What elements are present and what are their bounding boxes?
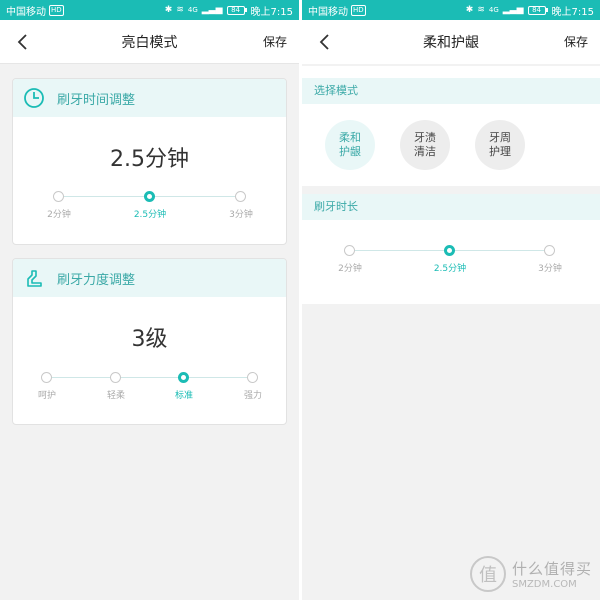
clock: 晚上7:15 [551, 6, 594, 18]
duration-section-label: 刷牙时长 [302, 194, 600, 220]
slider-stop[interactable] [235, 191, 246, 202]
bluetooth-icon: ✱ [465, 5, 474, 15]
watermark-name: 什么值得买 [511, 560, 592, 578]
mode-section-label: 选择模式 [302, 78, 600, 104]
back-arrow-icon[interactable] [316, 32, 334, 52]
slider-label: 2分钟 [338, 264, 362, 274]
slider-stop[interactable] [344, 245, 355, 256]
battery-icon: 84 [226, 5, 247, 15]
hd-badge: HD [49, 4, 64, 16]
card-header: 刷牙时间调整 [13, 79, 286, 117]
slider-stop[interactable] [544, 245, 555, 256]
slider-stop-selected[interactable] [178, 372, 189, 383]
battery-level: 84 [527, 5, 546, 15]
card-title: 刷牙力度调整 [57, 272, 136, 288]
duration-slider[interactable]: 2分钟 2.5分钟 3分钟 [302, 245, 600, 285]
mode-periodontal-care[interactable]: 牙周护理 [475, 120, 525, 170]
page-title: 柔和护龈 [423, 35, 479, 51]
hd-badge: HD [351, 4, 366, 16]
battery-icon: 84 [527, 5, 548, 15]
slider-label-selected: 2.5分钟 [133, 210, 167, 220]
nav-bar: 亮白模式 保存 [0, 20, 299, 64]
clock-icon [24, 88, 44, 108]
slider-label: 2分钟 [47, 210, 71, 220]
wifi-icon: ≋ [477, 5, 485, 15]
slider-label: 强力 [243, 391, 262, 401]
status-bar: 中国移动 HD ✱ ≋ 4G ▂▃▅ 84 晚上7:15 [0, 0, 299, 20]
time-slider[interactable]: 2分钟 2.5分钟 3分钟 [13, 191, 286, 231]
time-value: 2.5分钟 [110, 147, 189, 172]
save-button[interactable]: 保存 [564, 33, 588, 50]
brush-force-card: 刷牙力度调整 3级 呵护 轻柔 标准 强力 [12, 258, 287, 425]
clock: 晚上7:15 [250, 6, 293, 18]
slider-stop[interactable] [110, 372, 121, 383]
right-phone-screen: 中国移动 HD ✱ ≋ 4G ▂▃▅ 84 晚上7:15 柔和护龈 保存 选择模… [302, 0, 600, 600]
save-button[interactable]: 保存 [263, 33, 287, 50]
signal-icon: ▂▃▅ [201, 5, 223, 15]
slider-label: 呵护 [37, 391, 56, 401]
toothbrush-icon [27, 270, 42, 287]
slider-label-selected: 2.5分钟 [433, 264, 467, 274]
bluetooth-icon: ✱ [164, 5, 173, 15]
brush-time-card: 刷牙时间调整 2.5分钟 2分钟 2.5分钟 3分钟 [12, 78, 287, 245]
slider-label: 3分钟 [538, 264, 562, 274]
status-bar: 中国移动 HD ✱ ≋ 4G ▂▃▅ 84 晚上7:15 [302, 0, 600, 20]
slider-stop[interactable] [247, 372, 258, 383]
watermark-domain: SMZDM.COM [511, 579, 577, 590]
nav-bar: 柔和护龈 保存 [302, 20, 600, 64]
battery-level: 84 [226, 5, 245, 15]
slider-label: 3分钟 [229, 210, 253, 220]
slider-stop[interactable] [41, 372, 52, 383]
page-title: 亮白模式 [121, 34, 178, 51]
slider-stop[interactable] [53, 191, 64, 202]
left-phone-screen: 中国移动 HD ✱ ≋ 4G ▂▃▅ 84 晚上7:15 亮白模式 保存 刷牙时… [0, 0, 299, 600]
back-arrow-icon[interactable] [14, 32, 32, 52]
network-type: 4G [488, 6, 499, 14]
carrier-label: 中国移动 [6, 6, 46, 18]
slider-label: 轻柔 [106, 391, 125, 401]
slider-stop-selected[interactable] [144, 191, 155, 202]
force-slider[interactable]: 呵护 轻柔 标准 强力 [13, 372, 286, 412]
slider-label-selected: 标准 [174, 391, 193, 401]
card-header: 刷牙力度调整 [13, 259, 286, 297]
carrier-label: 中国移动 [308, 6, 348, 18]
slider-stop-selected[interactable] [444, 245, 455, 256]
force-value: 3级 [131, 327, 168, 352]
network-type: 4G [187, 6, 198, 14]
mode-gentle-gum-care[interactable]: 柔和护龈 [325, 120, 375, 170]
mode-stain-cleaning[interactable]: 牙渍清洁 [400, 120, 450, 170]
card-title: 刷牙时间调整 [57, 92, 136, 108]
smzdm-logo-icon: 值 [469, 556, 506, 592]
signal-icon: ▂▃▅ [502, 5, 524, 15]
wifi-icon: ≋ [176, 5, 184, 15]
smzdm-watermark: 值 什么值得买 SMZDM.COM [469, 556, 592, 592]
